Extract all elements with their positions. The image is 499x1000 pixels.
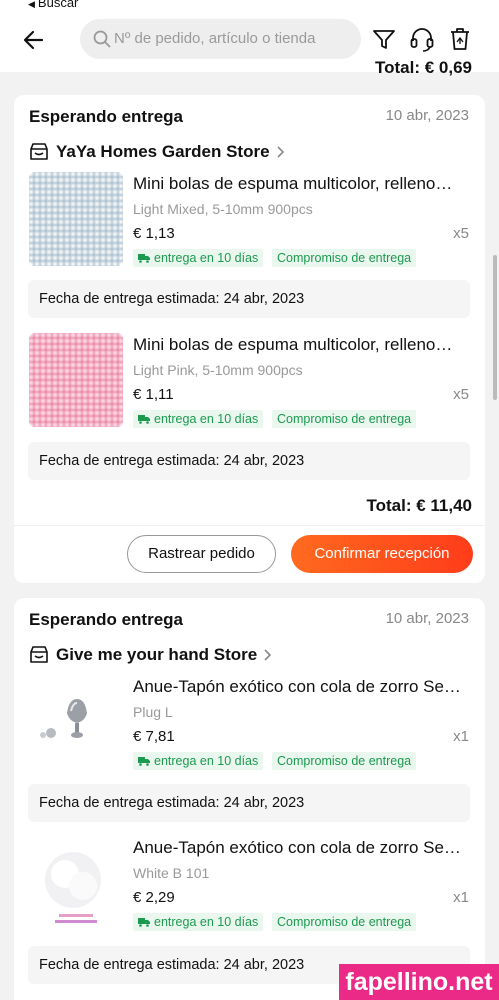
commitment-tag: Compromiso de entrega xyxy=(272,249,417,267)
trash-icon[interactable] xyxy=(446,25,474,53)
store-icon xyxy=(30,646,48,663)
filter-icon[interactable] xyxy=(370,25,398,53)
back-arrow-icon[interactable] xyxy=(20,26,48,54)
truck-icon xyxy=(138,757,150,766)
search-placeholder: Nº de pedido, artículo o tienda xyxy=(114,30,316,47)
product-variant: Light Mixed, 5-10mm 900pcs xyxy=(133,201,313,217)
product-price: € 1,11 xyxy=(133,386,174,403)
product-image[interactable] xyxy=(29,172,123,266)
delivery-tag: entrega en 10 días xyxy=(133,752,264,770)
track-order-button[interactable]: Rastrear pedido xyxy=(127,535,276,573)
status-back-label: Buscar xyxy=(37,0,79,10)
product-variant: Plug L xyxy=(133,704,173,720)
order-item[interactable]: Anue-Tapón exótico con cola de zorro Se…… xyxy=(14,675,485,775)
delivery-tag-label: entrega en 10 días xyxy=(154,251,259,265)
delivery-tag-label: entrega en 10 días xyxy=(154,412,259,426)
delivery-tag: entrega en 10 días xyxy=(133,410,264,428)
product-image[interactable] xyxy=(29,675,123,769)
product-price: € 1,13 xyxy=(133,225,175,242)
delivery-tag: entrega en 10 días xyxy=(133,913,264,931)
commitment-tag: Compromiso de entrega xyxy=(272,410,417,428)
order-item[interactable]: Anue-Tapón exótico con cola de zorro Se…… xyxy=(14,836,485,936)
estimated-delivery: Fecha de entrega estimada: 24 abr, 2023 xyxy=(28,280,470,318)
store-link[interactable]: YaYa Homes Garden Store xyxy=(28,141,286,163)
product-qty: x5 xyxy=(453,225,469,242)
commitment-tag: Compromiso de entrega xyxy=(272,752,417,770)
order-card: Esperando entrega 10 abr, 2023 Give me y… xyxy=(14,598,485,1000)
truck-icon xyxy=(138,254,150,263)
product-qty: x1 xyxy=(453,728,469,745)
order-date: 10 abr, 2023 xyxy=(385,610,469,627)
order-status: Esperando entrega xyxy=(29,107,183,126)
estimated-delivery: Fecha de entrega estimada: 24 abr, 2023 xyxy=(28,784,470,822)
truck-icon xyxy=(138,415,150,424)
product-qty: x1 xyxy=(453,889,469,906)
delivery-tag: entrega en 10 días xyxy=(133,249,264,267)
store-name: Give me your hand Store xyxy=(56,645,258,664)
store-name: YaYa Homes Garden Store xyxy=(56,142,270,161)
chevron-right-icon xyxy=(276,146,284,158)
order-total: Total: € 11,40 xyxy=(366,496,472,515)
product-title[interactable]: Mini bolas de espuma multicolor, relleno… xyxy=(133,335,469,355)
product-qty: x5 xyxy=(453,386,469,403)
order-card: Esperando entrega 10 abr, 2023 YaYa Home… xyxy=(14,95,485,583)
estimated-delivery: Fecha de entrega estimada: 24 abr, 2023 xyxy=(28,442,470,480)
watermark-logo: fapellino.net xyxy=(339,964,499,1000)
product-image[interactable] xyxy=(29,836,123,930)
order-item[interactable]: Mini bolas de espuma multicolor, relleno… xyxy=(14,172,485,272)
order-date: 10 abr, 2023 xyxy=(385,107,469,124)
store-link[interactable]: Give me your hand Store xyxy=(28,644,273,666)
truck-icon xyxy=(138,918,150,927)
product-image[interactable] xyxy=(29,333,123,427)
divider xyxy=(14,525,485,526)
order-status: Esperando entrega xyxy=(29,610,183,629)
order-item[interactable]: Mini bolas de espuma multicolor, relleno… xyxy=(14,333,485,433)
store-icon xyxy=(30,143,48,160)
delivery-tag-label: entrega en 10 días xyxy=(154,754,259,768)
chevron-right-icon xyxy=(264,649,272,661)
support-headset-icon[interactable] xyxy=(408,25,436,53)
search-icon xyxy=(93,30,111,48)
previous-order-total: Total: € 0,69 xyxy=(375,58,472,77)
confirm-receipt-button[interactable]: Confirmar recepción xyxy=(291,535,473,573)
scrollbar[interactable] xyxy=(493,255,497,400)
search-input[interactable]: Nº de pedido, artículo o tienda xyxy=(80,19,361,59)
delivery-tag-label: entrega en 10 días xyxy=(154,915,259,929)
product-variant: Light Pink, 5-10mm 900pcs xyxy=(133,362,303,378)
status-back-link[interactable]: ◀ Buscar xyxy=(28,0,78,10)
product-price: € 2,29 xyxy=(133,889,175,906)
product-variant: White B 101 xyxy=(133,865,210,881)
product-title[interactable]: Mini bolas de espuma multicolor, relleno… xyxy=(133,174,469,194)
commitment-tag: Compromiso de entrega xyxy=(272,913,417,931)
product-title[interactable]: Anue-Tapón exótico con cola de zorro Se… xyxy=(133,677,469,697)
top-bar: ◀ Buscar Nº de pedido, artículo o tienda … xyxy=(0,0,499,77)
product-title[interactable]: Anue-Tapón exótico con cola de zorro Se… xyxy=(133,838,469,858)
product-price: € 7,81 xyxy=(133,728,175,745)
